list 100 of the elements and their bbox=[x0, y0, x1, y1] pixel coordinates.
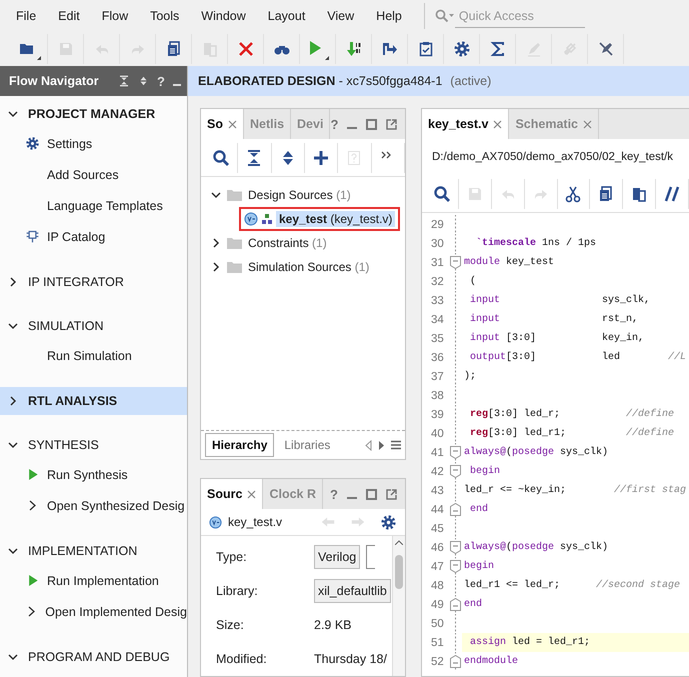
fold-icon[interactable] bbox=[450, 655, 461, 668]
panel-tab[interactable]: key_test.v bbox=[422, 109, 510, 139]
chevron-right-icon[interactable] bbox=[211, 238, 221, 248]
chevron-down-icon[interactable] bbox=[8, 321, 18, 331]
fold-icon[interactable] bbox=[450, 446, 461, 459]
maximize-icon[interactable] bbox=[366, 488, 377, 500]
navigator-item[interactable]: Open Synthesized Desig bbox=[47, 498, 185, 512]
hierarchy-icon bbox=[262, 214, 272, 224]
help-button[interactable]: ? bbox=[330, 116, 338, 132]
navigator-item[interactable]: Run Implementation bbox=[47, 574, 159, 588]
close-icon[interactable] bbox=[247, 490, 256, 498]
close-icon[interactable] bbox=[228, 120, 237, 128]
view-tab[interactable]: Libraries bbox=[278, 434, 336, 456]
chevron-down-icon[interactable] bbox=[211, 190, 221, 200]
fold-icon[interactable] bbox=[450, 598, 461, 611]
field-button[interactable] bbox=[366, 545, 376, 569]
navigator-item[interactable]: Settings bbox=[47, 136, 92, 150]
chevron-down-icon[interactable] bbox=[8, 546, 18, 556]
download-icon[interactable] bbox=[344, 40, 362, 58]
chevron-right-icon[interactable] bbox=[211, 262, 221, 272]
collapse-all-icon[interactable] bbox=[118, 75, 130, 87]
scroll-right-icon[interactable] bbox=[378, 440, 385, 450]
navigator-item[interactable]: Language Templates bbox=[47, 198, 163, 212]
scroll-thumb[interactable] bbox=[395, 555, 403, 589]
menu-item[interactable]: File bbox=[16, 9, 36, 23]
chevron-right-icon[interactable] bbox=[8, 396, 18, 406]
navigator-item[interactable]: Run Synthesis bbox=[47, 468, 128, 482]
navigator-section[interactable]: SIMULATION bbox=[0, 312, 187, 340]
navigator-section[interactable]: SYNTHESIS bbox=[0, 431, 187, 459]
code-line: reg[3:0] led_r1; //define bbox=[469, 426, 676, 441]
menu-item[interactable]: Flow bbox=[102, 9, 128, 23]
panel-title: Flow Navigator bbox=[9, 74, 100, 88]
help-button[interactable]: ? bbox=[330, 486, 338, 502]
help-button[interactable]: ? bbox=[157, 74, 165, 88]
menu-item[interactable]: Tools bbox=[150, 9, 180, 23]
sigma-icon[interactable] bbox=[488, 40, 506, 58]
scrollbar[interactable] bbox=[392, 536, 405, 676]
code-line: always@(posedge sys_clk) bbox=[463, 540, 610, 555]
menu-icon[interactable] bbox=[391, 440, 401, 450]
line-number: 35 bbox=[430, 332, 445, 344]
property-field[interactable]: xil_defaultlib bbox=[314, 579, 391, 603]
comment-icon[interactable] bbox=[663, 184, 682, 202]
view-tab[interactable]: Hierarchy bbox=[205, 433, 274, 457]
menu-item[interactable]: Edit bbox=[58, 9, 80, 23]
step-icon[interactable] bbox=[380, 40, 398, 58]
navigator-section[interactable]: IP INTEGRATOR bbox=[0, 268, 187, 296]
property-field[interactable]: Verilog bbox=[314, 545, 360, 569]
plus-icon[interactable] bbox=[312, 148, 330, 166]
fold-icon[interactable] bbox=[450, 541, 461, 554]
navigator-item[interactable]: Open Implemented Desig bbox=[45, 604, 187, 618]
scroll-up-icon[interactable] bbox=[395, 540, 403, 545]
navigator-section[interactable]: PROGRAM AND DEBUG bbox=[0, 643, 187, 671]
fold-icon[interactable] bbox=[450, 503, 461, 516]
float-icon[interactable] bbox=[386, 118, 398, 130]
panel-tab[interactable]: Sourc bbox=[201, 479, 264, 509]
line-number: 44 bbox=[430, 504, 445, 516]
tree-item[interactable]: Constraints (1) bbox=[248, 236, 327, 250]
tree-item[interactable]: Simulation Sources (1) bbox=[248, 260, 370, 274]
cut-icon[interactable] bbox=[564, 184, 582, 202]
expand-all-icon[interactable] bbox=[138, 75, 150, 87]
panel-tab[interactable]: So bbox=[201, 109, 244, 139]
close-icon[interactable] bbox=[493, 120, 502, 128]
float-icon[interactable] bbox=[386, 488, 397, 500]
navigator-section[interactable]: IMPLEMENTATION bbox=[0, 537, 187, 565]
chevron-right-icon[interactable] bbox=[28, 500, 36, 511]
fold-icon[interactable] bbox=[450, 256, 461, 269]
tree-item[interactable]: Design Sources (1) bbox=[248, 188, 351, 202]
chevron-down-icon[interactable] bbox=[8, 109, 18, 119]
fold-icon[interactable] bbox=[450, 465, 461, 478]
navigator-item[interactable]: Add Sources bbox=[47, 168, 119, 182]
code-line: begin bbox=[469, 464, 502, 479]
navigator-item[interactable]: Run Simulation bbox=[47, 348, 132, 362]
strike-icon[interactable] bbox=[596, 40, 614, 58]
close-icon[interactable] bbox=[583, 120, 592, 128]
chevron-right-icon[interactable] bbox=[8, 277, 18, 287]
search-icon[interactable] bbox=[212, 148, 230, 166]
menu-item[interactable]: View bbox=[327, 9, 354, 23]
maximize-icon[interactable] bbox=[366, 118, 378, 130]
settings-icon[interactable] bbox=[380, 514, 397, 530]
navigator-item[interactable]: IP Catalog bbox=[47, 230, 106, 244]
tree-item[interactable]: key_test (key_test.v) bbox=[276, 211, 396, 227]
chevron-down-icon[interactable] bbox=[8, 652, 18, 662]
folder-icon bbox=[227, 189, 242, 201]
file-badge-icon bbox=[244, 212, 258, 226]
search-icon[interactable] bbox=[432, 184, 451, 202]
scroll-left-icon[interactable] bbox=[365, 440, 372, 450]
navigator-section[interactable]: RTL ANALYSIS bbox=[0, 387, 187, 415]
chevron-right-icon[interactable] bbox=[28, 606, 36, 617]
quick-access-field[interactable]: Quick Access bbox=[454, 4, 585, 28]
cross-icon[interactable] bbox=[236, 40, 254, 58]
line-number: 38 bbox=[430, 390, 445, 402]
fold-icon[interactable] bbox=[450, 560, 461, 573]
navigator-section[interactable]: PROJECT MANAGER bbox=[0, 100, 187, 128]
menu-item[interactable]: Layout bbox=[268, 9, 306, 23]
settings-icon[interactable] bbox=[452, 40, 470, 58]
file-badge-icon bbox=[209, 516, 222, 528]
chevron-down-icon[interactable] bbox=[8, 440, 18, 450]
menu-item[interactable]: Help bbox=[376, 9, 402, 23]
folder-icon bbox=[227, 261, 242, 273]
menu-item[interactable]: Window bbox=[201, 9, 246, 23]
